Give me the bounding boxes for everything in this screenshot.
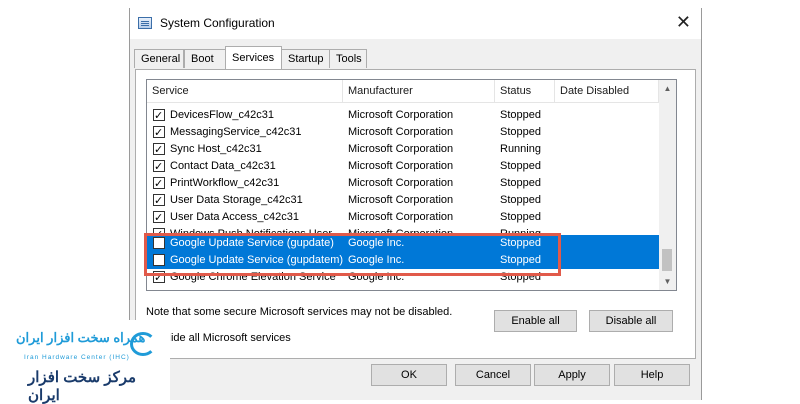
table-row[interactable]: User Data Access_c42c31 Microsoft Corpora…	[147, 209, 659, 226]
table-row[interactable]: PrintWorkflow_c42c31 Microsoft Corporatio…	[147, 175, 659, 192]
service-name-cell: Sync Host_c42c31	[170, 143, 262, 155]
secure-services-note: Note that some secure Microsoft services…	[146, 306, 453, 318]
ok-button[interactable]: OK	[371, 364, 447, 386]
title-bar[interactable]: System Configuration ✕	[130, 8, 701, 39]
logo-english-text: Iran Hardware Center (IHC)	[24, 354, 130, 361]
enable-all-button[interactable]: Enable all	[494, 310, 577, 332]
logo-persian-top: همراه سخت افزار ایران	[16, 330, 146, 345]
manufacturer-cell: Microsoft Corporation	[348, 211, 454, 223]
hide-microsoft-services-label[interactable]: Hide all Microsoft services	[163, 332, 291, 344]
logo-persian-bottom: مرکز سخت افزار ایران	[28, 369, 137, 404]
service-name-cell: Contact Data_c42c31	[170, 160, 276, 172]
service-checkbox[interactable]	[153, 192, 165, 209]
column-header-manufacturer[interactable]: Manufacturer	[343, 80, 495, 102]
vertical-scrollbar[interactable]: ▲ ▼	[659, 80, 676, 290]
table-row[interactable]: User Data Storage_c42c31 Microsoft Corpor…	[147, 192, 659, 209]
manufacturer-cell: Microsoft Corporation	[348, 194, 454, 206]
status-cell: Stopped	[500, 109, 541, 121]
status-cell: Stopped	[500, 160, 541, 172]
scroll-thumb[interactable]	[662, 249, 672, 271]
column-header-date-disabled[interactable]: Date Disabled	[555, 80, 659, 102]
manufacturer-cell: Microsoft Corporation	[348, 177, 454, 189]
service-name-cell: User Data Access_c42c31	[170, 211, 300, 223]
manufacturer-cell: Microsoft Corporation	[348, 143, 454, 155]
table-row[interactable]: Sync Host_c42c31 Microsoft Corporation Run…	[147, 141, 659, 158]
service-checkbox[interactable]	[153, 107, 165, 124]
manufacturer-cell: Microsoft Corporation	[348, 160, 454, 172]
table-row[interactable]: MessagingService_c42c31 Microsoft Corpora…	[147, 124, 659, 141]
tab-boot[interactable]: Boot	[184, 49, 226, 68]
table-row[interactable]: Contact Data_c42c31 Microsoft Corporation…	[147, 158, 659, 175]
manufacturer-cell: Microsoft Corporation	[348, 109, 454, 121]
service-name-cell: User Data Storage_c42c31	[170, 194, 303, 206]
manufacturer-cell: Microsoft Corporation	[348, 126, 454, 138]
status-cell: Stopped	[500, 126, 541, 138]
service-checkbox[interactable]	[153, 158, 165, 175]
cancel-button[interactable]: Cancel	[455, 364, 531, 386]
service-name-cell: DevicesFlow_c42c31	[170, 109, 274, 121]
status-cell: Running	[500, 143, 541, 155]
service-name-cell: PrintWorkflow_c42c31	[170, 177, 280, 189]
service-checkbox[interactable]	[153, 209, 165, 226]
table-row[interactable]: DevicesFlow_c42c31 Microsoft Corporation S…	[147, 107, 659, 124]
status-cell: Stopped	[500, 177, 541, 189]
list-header: Service Manufacturer Status Date Disable…	[147, 80, 659, 103]
status-cell: Stopped	[500, 194, 541, 206]
tab-services[interactable]: Services	[225, 46, 282, 69]
disable-all-button[interactable]: Disable all	[589, 310, 673, 332]
msconfig-app-icon	[138, 17, 152, 29]
column-header-status[interactable]: Status	[495, 80, 555, 102]
tab-general[interactable]: General	[134, 49, 184, 68]
status-cell: Stopped	[500, 211, 541, 223]
scroll-down-arrow-icon[interactable]: ▼	[659, 273, 676, 290]
tab-startup[interactable]: Startup	[281, 49, 330, 68]
help-button[interactable]: Help	[614, 364, 690, 386]
ihc-logo: همراه سخت افزار ایران Iran Hardware Cent…	[0, 320, 170, 404]
window-title: System Configuration	[160, 16, 275, 30]
close-icon[interactable]: ✕	[676, 13, 691, 31]
service-checkbox[interactable]	[153, 124, 165, 141]
scroll-up-arrow-icon[interactable]: ▲	[659, 80, 676, 97]
annotation-highlight-box	[144, 233, 561, 276]
apply-button[interactable]: Apply	[534, 364, 610, 386]
service-checkbox[interactable]	[153, 141, 165, 158]
service-checkbox[interactable]	[153, 175, 165, 192]
service-name-cell: MessagingService_c42c31	[170, 126, 302, 138]
column-header-service[interactable]: Service	[147, 80, 343, 102]
tab-tools[interactable]: Tools	[329, 49, 367, 68]
